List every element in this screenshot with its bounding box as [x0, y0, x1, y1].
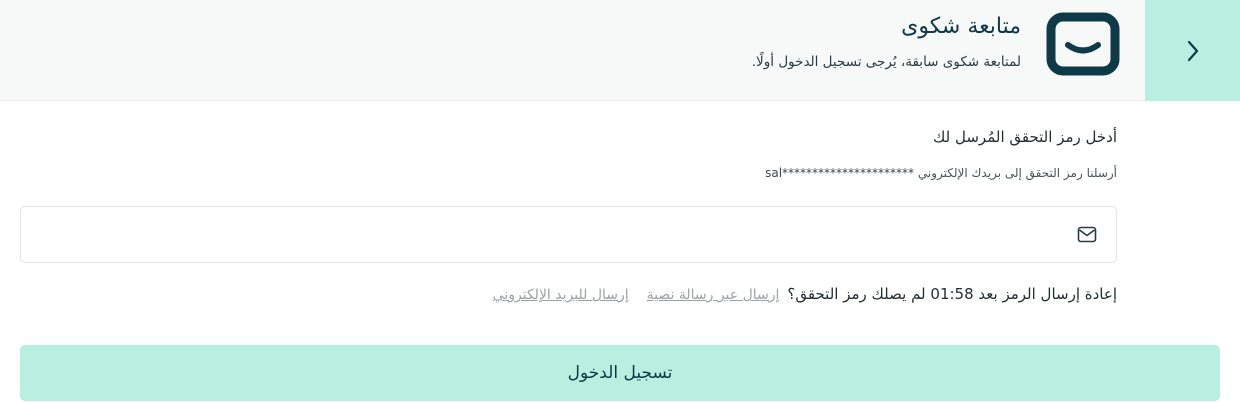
verification-code-input[interactable]	[21, 207, 1116, 262]
send-email-link[interactable]: إرسال للبريد الإلكتروني	[493, 287, 629, 303]
masked-email: sal**********************	[765, 166, 915, 180]
code-sent-text: أرسلنا رمز التحقق إلى بريدك الإلكتروني	[917, 166, 1117, 180]
page-title: متابعة شكوى	[901, 14, 1021, 39]
resend-row: إعادة إرسال الرمز بعد 01:58 لم يصلك رمز …	[493, 285, 1117, 303]
send-sms-link[interactable]: إرسال عبر رسالة نصية	[647, 287, 780, 303]
envelope-icon	[1077, 226, 1097, 243]
page-header: متابعة شكوى لمتابعة شكوى سابقة، يُرجى تس…	[0, 0, 1240, 101]
code-sent-message: أرسلنا رمز التحقق إلى بريدك الإلكتروني s…	[765, 166, 1117, 180]
chevron-right-icon	[1187, 40, 1198, 61]
login-button[interactable]: تسجيل الدخول	[20, 345, 1220, 401]
verification-heading: أدخل رمز التحقق المُرسل لك	[933, 128, 1117, 146]
resend-countdown-text: إعادة إرسال الرمز بعد 01:58 لم يصلك رمز …	[787, 285, 1117, 303]
page-subtitle: لمتابعة شكوى سابقة، يُرجى تسجيل الدخول أ…	[751, 54, 1021, 70]
smile-box-logo-icon	[1046, 12, 1120, 76]
verification-code-field[interactable]	[20, 206, 1117, 263]
back-button[interactable]	[1145, 0, 1240, 101]
